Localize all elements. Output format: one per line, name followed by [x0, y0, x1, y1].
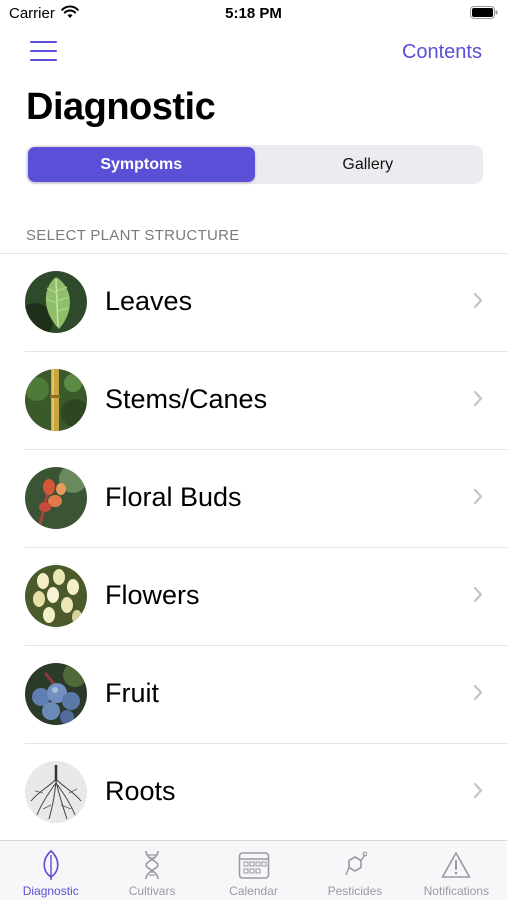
- page-title: Diagnostic: [26, 86, 216, 128]
- tab-label: Notifications: [423, 884, 490, 898]
- list-item-label: Flowers: [105, 580, 200, 610]
- calendar-icon: [238, 848, 270, 882]
- list-item-label: Fruit: [105, 678, 159, 708]
- tab-calendar[interactable]: Calendar: [203, 841, 304, 900]
- leaf-photo-icon: [25, 271, 87, 333]
- list-item-label: Stems/Canes: [105, 384, 268, 414]
- chevron-right-icon: [473, 684, 483, 706]
- contents-button[interactable]: Contents: [402, 41, 482, 64]
- list-item-label: Floral Buds: [105, 482, 242, 512]
- menu-line: [30, 50, 57, 52]
- list-item-label: Roots: [105, 776, 176, 806]
- bud-photo-icon: [25, 467, 87, 529]
- chevron-right-icon: [473, 488, 483, 510]
- tab-label: Pesticides: [327, 884, 383, 898]
- warning-icon: [441, 848, 471, 882]
- menu-line: [30, 41, 57, 43]
- chevron-right-icon: [473, 782, 483, 804]
- flower-photo-icon: [25, 565, 87, 627]
- tab-label: Cultivars: [128, 884, 176, 898]
- segment-gallery[interactable]: Gallery: [255, 147, 482, 182]
- dna-icon: [141, 848, 163, 882]
- molecule-icon: [343, 848, 367, 882]
- tab-pesticides[interactable]: Pesticides: [304, 841, 405, 900]
- stem-photo-icon: [25, 369, 87, 431]
- tab-label: Calendar: [229, 884, 278, 898]
- fruit-photo-icon: [25, 663, 87, 725]
- hamburger-menu-button[interactable]: [30, 41, 58, 63]
- tab-diagnostic[interactable]: Diagnostic: [0, 841, 101, 900]
- list-item-leaves[interactable]: Leaves: [0, 254, 507, 352]
- chevron-right-icon: [473, 390, 483, 412]
- segment-symptoms[interactable]: Symptoms: [28, 147, 255, 182]
- list-item-roots[interactable]: Roots: [0, 744, 507, 842]
- tab-cultivars[interactable]: Cultivars: [101, 841, 202, 900]
- list-item-floral-buds[interactable]: Floral Buds: [0, 450, 507, 548]
- tab-bar: Diagnostic Cultivars Calendar Pesticides…: [0, 840, 507, 900]
- list-item-flowers[interactable]: Flowers: [0, 548, 507, 646]
- status-bar: Carrier 5:18 PM: [0, 0, 507, 30]
- battery-icon: [470, 6, 498, 24]
- chevron-right-icon: [473, 586, 483, 608]
- tab-notifications[interactable]: Notifications: [406, 841, 507, 900]
- menu-line: [30, 59, 57, 61]
- list-item-fruit[interactable]: Fruit: [0, 646, 507, 744]
- section-header: SELECT PLANT STRUCTURE: [26, 227, 240, 244]
- list-item-stems-canes[interactable]: Stems/Canes: [0, 352, 507, 450]
- chevron-right-icon: [473, 292, 483, 314]
- root-photo-icon: [25, 761, 87, 823]
- list-item-label: Leaves: [105, 286, 193, 316]
- status-time: 5:18 PM: [225, 5, 282, 22]
- plant-structure-list: Leaves Stems/Canes Floral Buds Flowers F…: [0, 254, 507, 842]
- tab-label: Diagnostic: [22, 884, 79, 898]
- navigation-bar: Contents: [0, 36, 507, 72]
- leaf-icon: [40, 848, 62, 882]
- segmented-control: Symptoms Gallery: [26, 145, 483, 184]
